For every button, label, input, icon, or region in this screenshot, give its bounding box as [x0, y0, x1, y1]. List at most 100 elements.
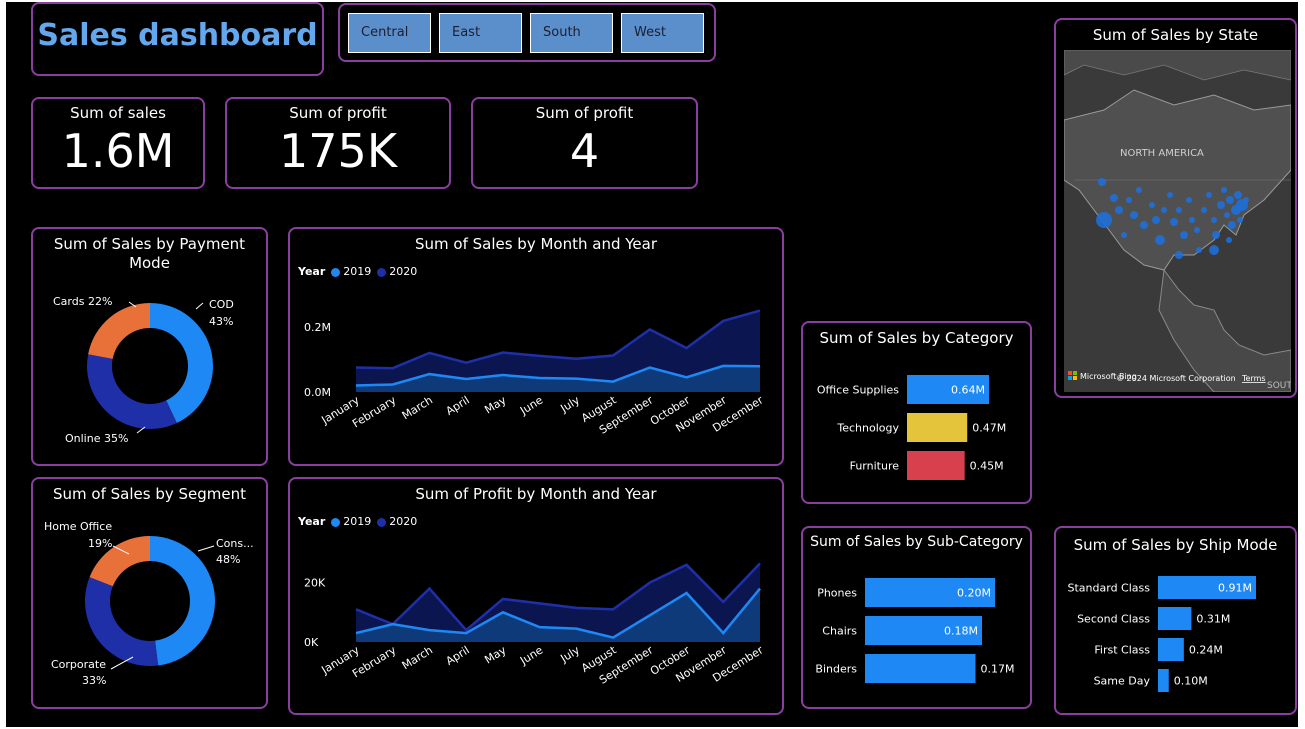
map-bubble[interactable]	[1110, 194, 1118, 202]
map-bubble[interactable]	[1098, 178, 1106, 186]
segment-label-home: Home Office	[44, 520, 112, 533]
payment-label-online: Online 35%	[65, 432, 128, 445]
map-bubble[interactable]	[1136, 187, 1142, 193]
kpi-card-sales: Sum of sales 1.6M	[31, 97, 205, 189]
map-partial-label: SOUT	[1267, 381, 1291, 391]
bar-value-label: 0.17M	[981, 663, 1015, 676]
bar-category-label: Binders	[815, 663, 857, 676]
map-bubble[interactable]	[1211, 217, 1217, 223]
map-bubble[interactable]	[1175, 251, 1183, 259]
region-slicer: Central East South West	[338, 3, 716, 62]
region-central-button[interactable]: Central	[348, 13, 431, 53]
bar-technology[interactable]	[907, 413, 968, 442]
map-bubble[interactable]	[1096, 212, 1112, 228]
payment-label-cod: COD	[209, 298, 234, 311]
x-tick-label: June	[517, 643, 545, 667]
region-east-button[interactable]: East	[439, 13, 522, 53]
map-bubble[interactable]	[1149, 202, 1155, 208]
map-bubble[interactable]	[1126, 197, 1132, 203]
payment-mode-card: Sum of Sales by Payment Mode Cards 22% C…	[31, 227, 268, 466]
bar-binders[interactable]	[865, 654, 976, 683]
map-bubble[interactable]	[1189, 217, 1195, 223]
map-bubble[interactable]	[1226, 196, 1234, 204]
x-tick-label: May	[482, 393, 509, 416]
segment-label-corp: Corporate	[51, 658, 106, 671]
subcategory-bar-chart[interactable]: Phones 0.20M Chairs 0.18M Binders 0.17M	[803, 528, 1030, 707]
kpi-value: 4	[569, 124, 600, 178]
segment-card: Sum of Sales by Segment Home Office 19% …	[31, 477, 268, 709]
profit-by-month-card: Sum of Profit by Month and Year Year 2019…	[288, 477, 784, 715]
map-bubble[interactable]	[1130, 211, 1138, 219]
donut-slice-online[interactable]	[87, 354, 177, 429]
segment-donut-chart[interactable]: Home Office 19% Cons... 48% Corporate 33…	[33, 479, 266, 707]
map-bubble[interactable]	[1176, 207, 1182, 213]
map-bubble[interactable]	[1152, 216, 1160, 224]
region-west-button[interactable]: West	[621, 13, 704, 53]
shipmode-bar-chart[interactable]: Standard Class 0.91M Second Class 0.31M Firs…	[1056, 528, 1295, 713]
sales-map[interactable]: NORTH AMERICA Microsoft Bing © 2024 Micr…	[1064, 50, 1291, 392]
y-tick-label: 0K	[304, 636, 319, 649]
segment-label-cons-pct: 48%	[216, 553, 240, 566]
map-bubble[interactable]	[1224, 212, 1230, 218]
bar-first-class[interactable]	[1158, 638, 1184, 661]
donut-slice-corporate[interactable]	[84, 577, 159, 666]
map-bubble[interactable]	[1115, 206, 1123, 214]
map-bubble[interactable]	[1155, 235, 1165, 245]
map-bubble[interactable]	[1170, 218, 1178, 226]
kpi-label: Sum of profit	[289, 104, 387, 122]
sales-by-month-card: Sum of Sales by Month and Year Year 2019 2…	[288, 227, 784, 466]
map-bubble[interactable]	[1161, 207, 1167, 213]
bar-value-label: 0.47M	[972, 422, 1006, 435]
dashboard-canvas: Sales dashboard Central East South West …	[6, 2, 1298, 727]
title-card: Sales dashboard	[31, 2, 324, 76]
map-bubble[interactable]	[1234, 191, 1242, 199]
profit-month-area-chart[interactable]: 0K20KJanuaryFebruary March April May June Jul…	[290, 479, 782, 713]
kpi-label: Sum of sales	[70, 104, 166, 122]
map-bubble[interactable]	[1140, 221, 1148, 229]
x-tick-label: March	[400, 644, 435, 673]
x-tick-label: April	[444, 644, 472, 668]
map-bubble[interactable]	[1237, 217, 1243, 223]
donut-slice-cards[interactable]	[88, 303, 150, 359]
map-bubble[interactable]	[1201, 207, 1207, 213]
category-bar-chart[interactable]: Office Supplies 0.64M Technology 0.47M Furni…	[803, 323, 1030, 502]
map-bubble[interactable]	[1243, 197, 1249, 203]
map-bubble[interactable]	[1167, 192, 1173, 198]
bar-same-day[interactable]	[1158, 669, 1169, 692]
map-bubble[interactable]	[1228, 221, 1236, 229]
x-tick-label: July	[557, 393, 582, 415]
segment-label-cons: Cons...	[216, 537, 254, 550]
bar-category-label: Furniture	[850, 460, 900, 473]
bar-furniture[interactable]	[907, 451, 965, 480]
region-south-button[interactable]: South	[530, 13, 613, 53]
bar-category-label: Technology	[836, 422, 899, 435]
x-tick-label: June	[517, 393, 545, 417]
segment-label-home-pct: 19%	[88, 537, 112, 550]
bar-category-label: Office Supplies	[817, 384, 899, 397]
payment-donut-chart[interactable]: Cards 22% COD 43% Online 35%	[33, 229, 266, 464]
sales-month-area-chart[interactable]: 0.0M0.2MJanuaryFebruary March April May June…	[290, 229, 782, 464]
donut-slice-consumer[interactable]	[150, 536, 216, 666]
bar-value-label: 0.24M	[1189, 644, 1223, 657]
map-terms-link[interactable]: Terms	[1241, 374, 1266, 383]
map-bubble[interactable]	[1212, 231, 1220, 239]
bar-category-label: Second Class	[1077, 613, 1150, 626]
map-title: Sum of Sales by State	[1092, 26, 1259, 44]
map-bubble[interactable]	[1194, 227, 1200, 233]
map-bubble[interactable]	[1217, 201, 1225, 209]
map-bubble[interactable]	[1226, 237, 1232, 243]
microsoft-logo-icon	[1068, 376, 1072, 380]
map-bubble[interactable]	[1186, 197, 1192, 203]
microsoft-logo-icon	[1068, 371, 1072, 375]
bar-category-label: First Class	[1094, 644, 1150, 657]
map-bubble[interactable]	[1209, 245, 1219, 255]
map-bubble[interactable]	[1180, 231, 1188, 239]
y-tick-label: 0.2M	[304, 321, 331, 334]
map-bubble[interactable]	[1196, 247, 1202, 253]
map-bubble[interactable]	[1206, 192, 1212, 198]
bar-second-class[interactable]	[1158, 607, 1192, 630]
map-bubble[interactable]	[1121, 232, 1127, 238]
kpi-card-profit: Sum of profit 175K	[225, 97, 451, 189]
microsoft-logo-icon	[1073, 371, 1077, 375]
map-bubble[interactable]	[1221, 187, 1227, 193]
